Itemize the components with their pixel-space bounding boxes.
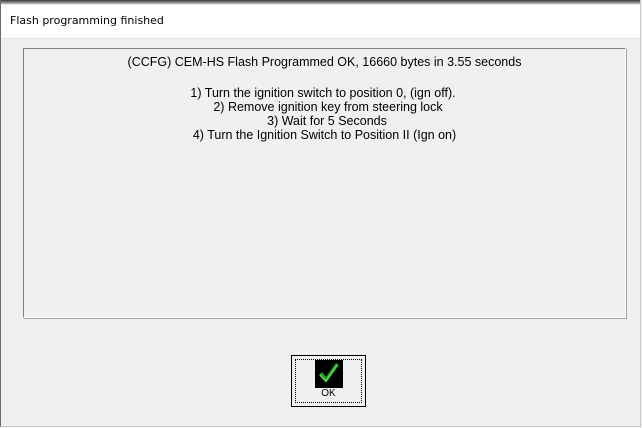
checkmark-icon bbox=[315, 360, 343, 388]
ok-button[interactable]: OK bbox=[291, 355, 366, 407]
dialog-window: Flash programming finished (CCFG) CEM-HS… bbox=[0, 0, 641, 427]
message-panel: (CCFG) CEM-HS Flash Programmed OK, 16660… bbox=[23, 48, 626, 318]
instruction-step: 1) Turn the ignition switch to position … bbox=[190, 86, 456, 100]
result-headline: (CCFG) CEM-HS Flash Programmed OK, 16660… bbox=[127, 55, 522, 69]
instruction-step: 2) Remove ignition key from steering loc… bbox=[213, 100, 443, 114]
ok-label: OK bbox=[321, 388, 336, 399]
instruction-list: 1) Turn the ignition switch to position … bbox=[24, 86, 625, 142]
instruction-step: 3) Wait for 5 Seconds bbox=[267, 114, 387, 128]
window-title: Flash programming finished bbox=[10, 14, 164, 27]
instruction-step: 4) Turn the Ignition Switch to Position … bbox=[192, 128, 457, 142]
title-bar[interactable]: Flash programming finished bbox=[1, 5, 640, 39]
